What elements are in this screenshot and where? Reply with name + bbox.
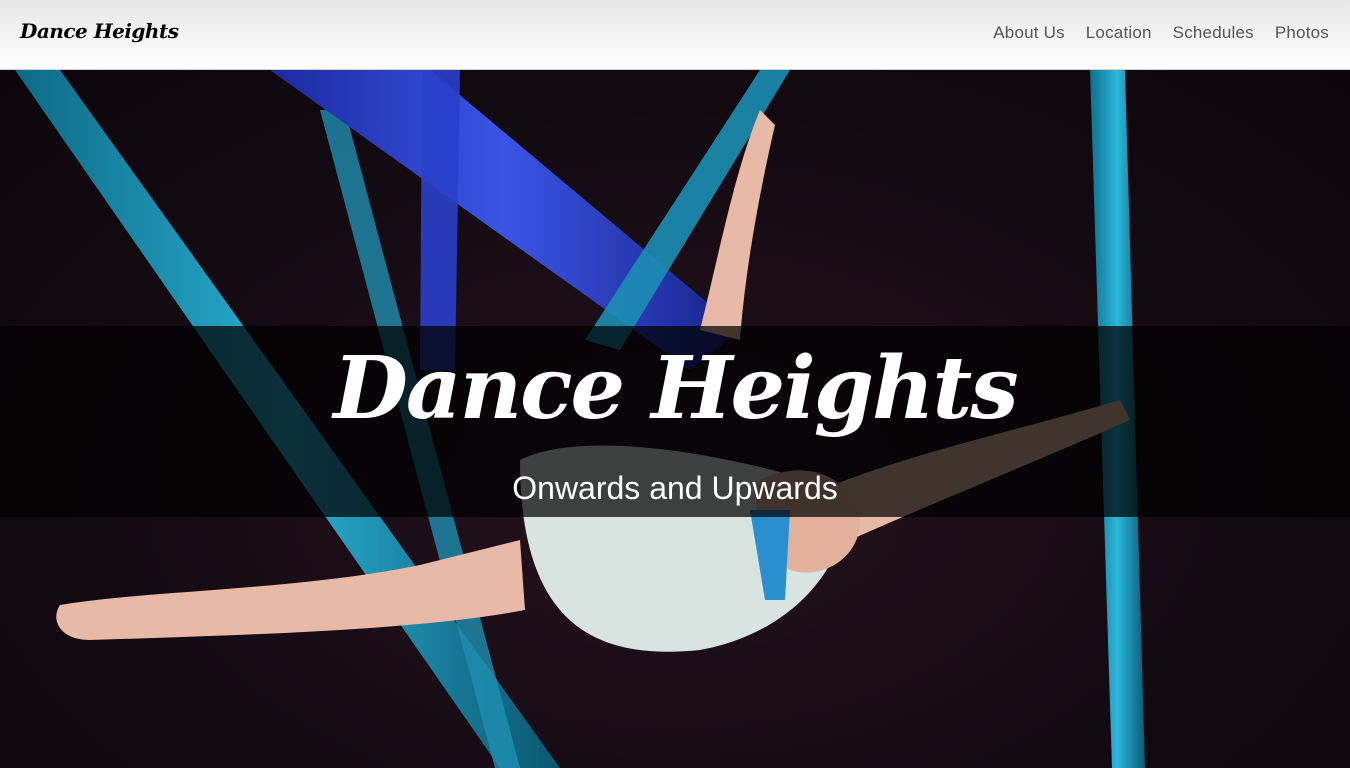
hero-banner: Dance Heights Onwards and Upwards [0,326,1350,517]
hero-section: Dance Heights Onwards and Upwards [0,70,1350,768]
silk-blue-vertical [420,70,460,370]
nav-link-location[interactable]: Location [1086,23,1152,43]
navbar: Dance Heights About Us Location Schedule… [0,0,1350,70]
hero-title: Dance Heights [333,338,1018,439]
hero-subtitle: Onwards and Upwards [512,470,838,506]
nav-links: About Us Location Schedules Photos [993,23,1329,43]
nav-link-about-us[interactable]: About Us [993,23,1065,43]
nav-link-schedules[interactable]: Schedules [1173,23,1254,43]
brand-logo-link[interactable]: Dance Heights [20,19,179,43]
nav-link-photos[interactable]: Photos [1275,23,1329,43]
